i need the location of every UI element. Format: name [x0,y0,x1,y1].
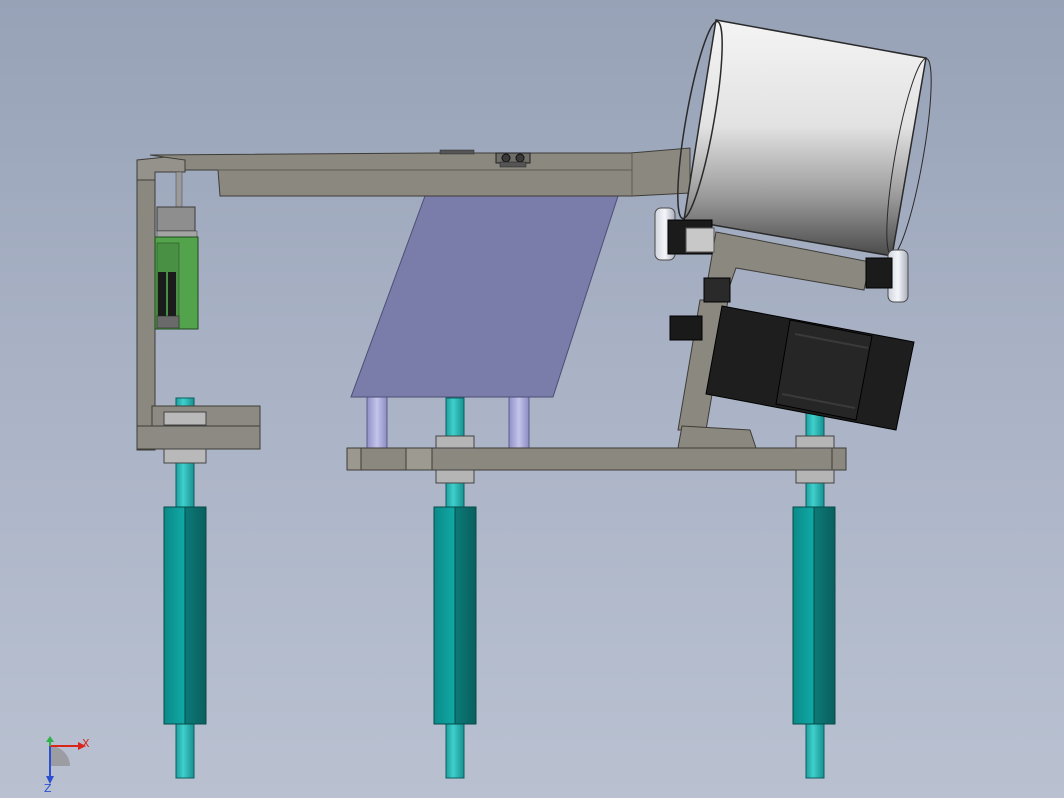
orientation-triad[interactable]: X Z [44,736,90,795]
cad-viewport[interactable]: X Z [0,0,1064,798]
inclined-plate [350,195,619,398]
triad-z-label: Z [44,782,52,795]
base-plate [346,447,847,471]
triad-x-label: X [82,737,90,750]
machine-assembly[interactable]: X Z [0,0,1064,798]
top-clamp [495,152,531,168]
top-arm [149,147,691,197]
green-module [154,171,199,330]
left-base-bracket [136,405,261,464]
